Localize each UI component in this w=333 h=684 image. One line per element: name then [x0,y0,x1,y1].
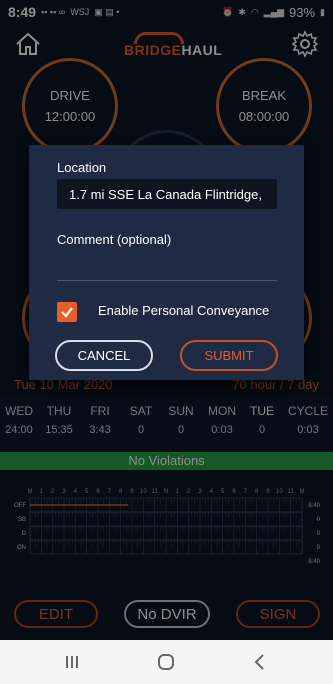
android-nav-bar [0,640,333,684]
personal-conveyance-checkbox[interactable] [57,302,77,322]
cancel-button[interactable]: CANCEL [55,340,153,371]
check-icon [61,307,73,318]
location-label: Location [57,160,107,175]
location-field[interactable]: 1.7 mi SSE La Canada Flintridge, [57,179,277,209]
personal-conveyance-dialog: Location 1.7 mi SSE La Canada Flintridge… [29,145,304,380]
recent-apps-icon[interactable] [60,650,84,674]
comment-input[interactable] [57,280,277,281]
home-nav-icon[interactable] [154,650,178,674]
comment-label: Comment (optional) [57,232,172,247]
checkbox-label: Enable Personal Conveyance [98,303,270,318]
submit-button[interactable]: SUBMIT [180,340,278,371]
back-icon[interactable] [248,650,272,674]
